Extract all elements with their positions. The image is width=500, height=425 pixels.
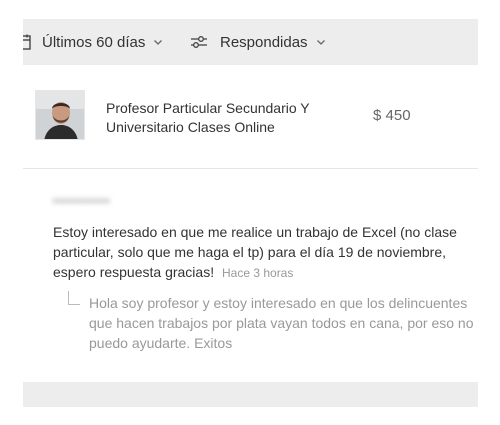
person-photo-icon <box>36 91 84 139</box>
question-thread: ••••••••••• Estoy interesado en que me r… <box>23 170 478 382</box>
answer-connector <box>68 291 80 305</box>
filter-bar: Últimos 60 días Respondidas <box>23 19 478 65</box>
answer-text: Hola soy profesor y estoy interesado en … <box>89 295 474 351</box>
question-time: Hace 3 horas <box>221 266 294 280</box>
calendar-icon <box>23 34 31 50</box>
questions-panel: Últimos 60 días Respondidas Profesor Par… <box>23 19 478 407</box>
product-row[interactable]: Profesor Particular Secundario Y Univers… <box>23 65 478 169</box>
status-filter[interactable]: Respondidas <box>190 19 327 65</box>
chevron-down-icon <box>316 40 325 45</box>
period-filter-label: Últimos 60 días <box>42 33 146 51</box>
product-title[interactable]: Profesor Particular Secundario Y Univers… <box>106 99 336 137</box>
product-price: $ 450 <box>373 107 411 124</box>
product-thumbnail[interactable] <box>35 90 85 140</box>
asker-name-redacted: ••••••••••• <box>53 192 203 212</box>
chevron-down-icon <box>154 40 163 45</box>
status-filter-label: Respondidas <box>220 33 308 51</box>
question-text: Estoy interesado en que me realice un tr… <box>53 222 458 283</box>
list-footer <box>23 382 478 407</box>
sliders-icon <box>191 36 207 48</box>
asker-name: ••••••••••• <box>53 194 111 208</box>
period-filter[interactable]: Últimos 60 días <box>23 19 164 65</box>
